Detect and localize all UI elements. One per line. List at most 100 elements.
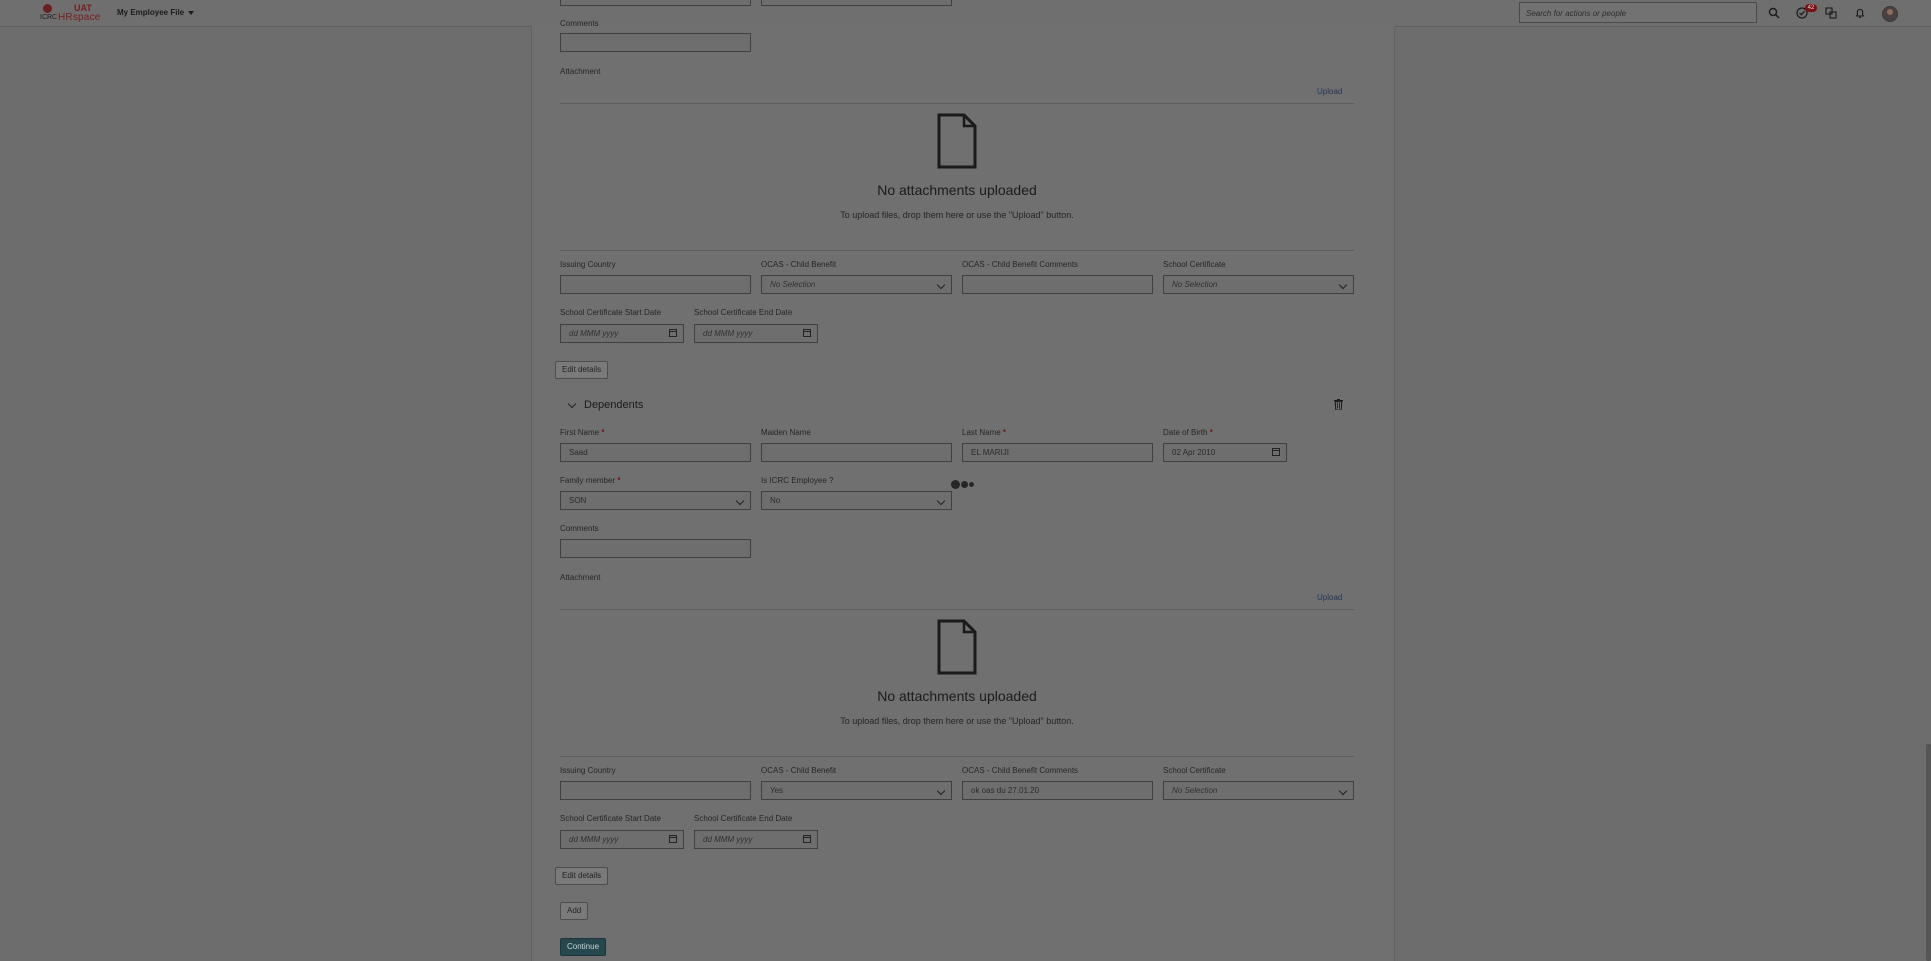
school-certificate-label: School Certificate: [1163, 260, 1226, 269]
issuing-country-field[interactable]: [560, 781, 751, 800]
issuing-country-field[interactable]: [560, 275, 751, 294]
is-icrc-employee-value: No: [770, 496, 781, 505]
calendar-icon[interactable]: [669, 835, 677, 843]
family-member-value: SON: [569, 496, 587, 505]
ocas-comments-field[interactable]: ok oas du 27.01.20: [962, 781, 1153, 800]
chevron-down-icon: [735, 496, 745, 506]
partial-field-left[interactable]: [560, 0, 751, 6]
caret-down-icon: [188, 10, 195, 15]
upload-hint-text: To upload files, drop them here or use t…: [840, 210, 1074, 220]
school-certificate-select[interactable]: No Selection: [1163, 275, 1354, 294]
module-menu-label: My Employee File: [117, 8, 185, 17]
family-member-select[interactable]: SON: [560, 491, 751, 510]
maiden-name-label: Maiden Name: [761, 428, 811, 437]
attachment-label: Attachment: [560, 573, 601, 582]
school-certificate-value: No Selection: [1172, 786, 1218, 795]
upload-link[interactable]: Upload: [1317, 593, 1342, 602]
issuing-country-label: Issuing Country: [560, 766, 616, 775]
cert-start-date-placeholder: dd MMM yyyy: [569, 329, 619, 338]
ocas-select[interactable]: Yes: [761, 781, 952, 800]
ocas-comments-label: OCAS - Child Benefit Comments: [962, 766, 1079, 775]
date-of-birth-label: Date of Birth *: [1163, 428, 1213, 437]
divider: [560, 250, 1354, 251]
icrc-emblem-icon: [43, 4, 52, 13]
ocas-select-value: No Selection: [770, 280, 816, 289]
no-attachments-text: No attachments uploaded: [877, 182, 1037, 198]
add-button[interactable]: Add: [560, 902, 589, 920]
comments-label: Comments: [560, 524, 599, 533]
upload-hint-text: To upload files, drop them here or use t…: [840, 716, 1074, 726]
ocas-select[interactable]: No Selection: [761, 275, 952, 294]
ocas-comments-field[interactable]: [962, 275, 1153, 294]
dependents-section-title: Dependents: [584, 399, 644, 411]
ocas-label: OCAS - Child Benefit: [761, 260, 837, 269]
cert-start-date-placeholder: dd MMM yyyy: [569, 835, 619, 844]
people-connect-icon[interactable]: [1825, 7, 1837, 19]
comments-field[interactable]: [560, 33, 751, 52]
comments-field[interactable]: [560, 539, 751, 558]
chevron-down-icon: [1338, 280, 1348, 290]
family-member-label: Family member *: [560, 476, 621, 485]
date-of-birth-field[interactable]: 02 Apr 2010: [1163, 443, 1287, 462]
last-name-field[interactable]: EL MARIJI: [962, 443, 1153, 462]
top-bar: ICRC UAT HRspace My Employee File 42: [0, 0, 1931, 27]
school-certificate-label: School Certificate: [1163, 766, 1226, 775]
search-input[interactable]: [1520, 4, 1752, 23]
trash-icon[interactable]: [1334, 399, 1343, 410]
global-search[interactable]: [1519, 2, 1757, 23]
divider: [560, 756, 1354, 757]
school-certificate-value: No Selection: [1172, 280, 1218, 289]
partial-field-right[interactable]: [761, 0, 952, 6]
logo-app-text: HRspace: [58, 12, 101, 23]
edit-details-button[interactable]: Edit details: [555, 361, 609, 379]
scrollbar[interactable]: [1926, 744, 1931, 961]
busy-indicator-icon: [951, 476, 975, 494]
cert-end-date-label: School Certificate End Date: [694, 814, 793, 823]
school-certificate-select[interactable]: No Selection: [1163, 781, 1354, 800]
attachment-label: Attachment: [560, 67, 601, 76]
cert-start-date-field[interactable]: dd MMM yyyy: [560, 830, 684, 849]
comments-label: Comments: [560, 19, 599, 28]
ocas-comments-label: OCAS - Child Benefit Comments: [962, 260, 1079, 269]
continue-button[interactable]: Continue: [560, 938, 607, 956]
cert-start-date-label: School Certificate Start Date: [560, 814, 661, 823]
calendar-icon[interactable]: [669, 329, 677, 337]
is-icrc-employee-select[interactable]: No: [761, 491, 952, 510]
calendar-icon[interactable]: [803, 835, 811, 843]
cert-end-date-label: School Certificate End Date: [694, 308, 793, 317]
cert-end-date-placeholder: dd MMM yyyy: [703, 329, 753, 338]
chevron-down-icon: [936, 496, 946, 506]
divider: [560, 103, 1354, 104]
bell-icon[interactable]: [1854, 7, 1866, 19]
cert-start-date-field[interactable]: dd MMM yyyy: [560, 324, 684, 343]
maiden-name-field[interactable]: [761, 443, 952, 462]
no-attachments-text: No attachments uploaded: [877, 688, 1037, 704]
chevron-down-icon: [936, 280, 946, 290]
calendar-icon[interactable]: [1272, 448, 1280, 456]
document-icon: [937, 113, 977, 169]
cert-start-date-label: School Certificate Start Date: [560, 308, 661, 317]
cert-end-date-placeholder: dd MMM yyyy: [703, 835, 753, 844]
divider: [560, 609, 1354, 610]
approvals-badge: 42: [1805, 4, 1817, 12]
issuing-country-label: Issuing Country: [560, 260, 616, 269]
ocas-label: OCAS - Child Benefit: [761, 766, 837, 775]
first-name-label: First Name *: [560, 428, 605, 437]
hrspace-logo[interactable]: ICRC UAT HRspace: [40, 3, 100, 23]
first-name-field[interactable]: Saad: [560, 443, 751, 462]
cert-end-date-field[interactable]: dd MMM yyyy: [694, 324, 818, 343]
ocas-select-value: Yes: [770, 786, 784, 795]
last-name-label: Last Name *: [962, 428, 1007, 437]
is-icrc-employee-label: Is ICRC Employee ?: [761, 476, 834, 485]
module-menu[interactable]: My Employee File: [117, 8, 195, 17]
edit-details-button[interactable]: Edit details: [555, 867, 609, 885]
cert-end-date-field[interactable]: dd MMM yyyy: [694, 830, 818, 849]
chevron-down-icon: [1338, 786, 1348, 796]
search-icon[interactable]: [1768, 7, 1780, 19]
calendar-icon[interactable]: [803, 329, 811, 337]
chevron-down-icon: [936, 786, 946, 796]
user-avatar[interactable]: [1882, 6, 1898, 22]
logo-org-text: ICRC: [40, 14, 58, 21]
upload-link[interactable]: Upload: [1317, 87, 1342, 96]
date-of-birth-value: 02 Apr 2010: [1172, 448, 1216, 457]
